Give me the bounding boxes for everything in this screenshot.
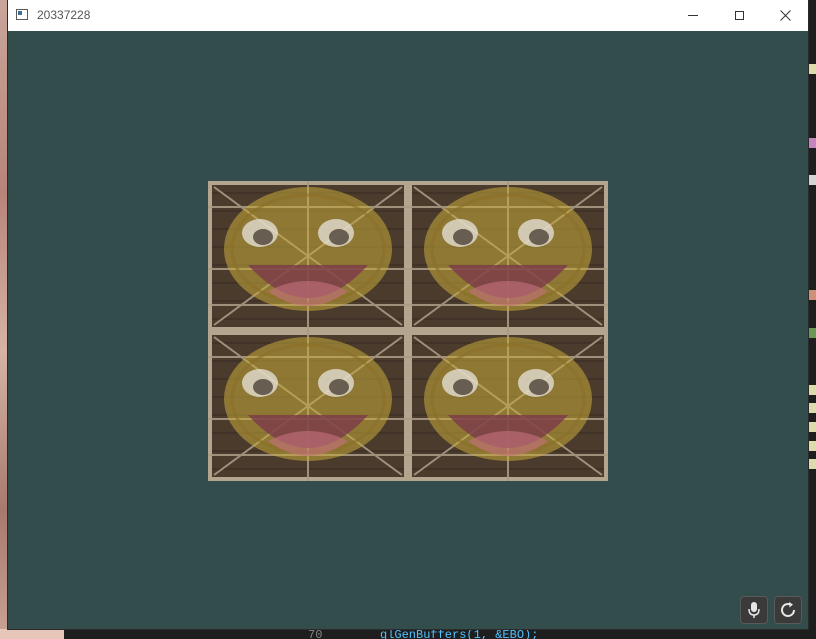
opengl-window: 20337228 <box>8 0 808 629</box>
sync-button[interactable] <box>774 596 802 624</box>
maximize-icon <box>734 11 744 20</box>
code-token <box>808 290 816 300</box>
code-token <box>808 385 816 395</box>
close-button[interactable] <box>762 0 808 31</box>
title-bar[interactable]: 20337228 <box>8 0 808 31</box>
code-token <box>808 422 816 432</box>
texture-tile <box>208 331 408 481</box>
window-title: 20337228 <box>37 8 91 22</box>
sync-icon <box>781 602 795 617</box>
code-line-number: 70 <box>308 629 323 639</box>
background-code-editor-right <box>808 0 816 639</box>
desktop-background-bottom-left <box>0 629 64 639</box>
texture-tile <box>408 331 608 481</box>
texture-tile <box>208 181 408 331</box>
code-line-text: glGenBuffers(1, &EBO); <box>380 629 539 639</box>
microphone-icon <box>748 602 760 618</box>
background-code-editor-bottom: 70 glGenBuffers(1, &EBO); <box>0 629 816 639</box>
microphone-button[interactable] <box>740 596 768 624</box>
minimize-button[interactable] <box>670 0 716 31</box>
code-token <box>808 441 816 451</box>
render-viewport[interactable] <box>8 31 808 629</box>
window-app-icon[interactable] <box>16 9 28 20</box>
desktop-background-left <box>0 0 8 639</box>
code-token <box>808 328 816 338</box>
code-token <box>808 138 816 148</box>
code-token <box>808 403 816 413</box>
close-icon <box>779 10 791 21</box>
code-token <box>808 175 816 185</box>
maximize-button[interactable] <box>716 0 762 31</box>
texture-tile <box>408 181 608 331</box>
minimize-icon <box>688 15 698 16</box>
code-token <box>808 459 816 469</box>
code-token <box>808 64 816 74</box>
textured-quad <box>208 181 608 481</box>
